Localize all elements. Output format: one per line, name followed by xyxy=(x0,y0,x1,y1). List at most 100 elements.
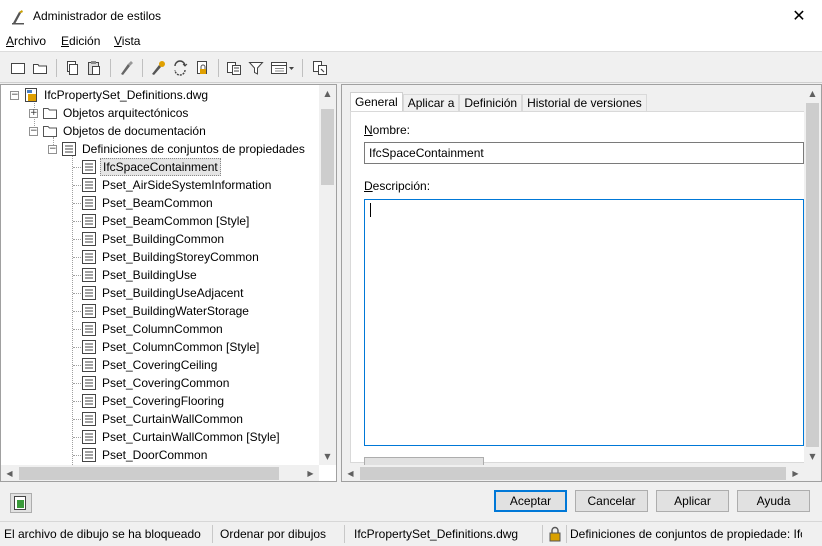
tree-item[interactable]: Pset_CoveringCeiling xyxy=(81,356,219,374)
tree-item[interactable]: Pset_BuildingCommon xyxy=(81,230,226,248)
property-set-definition-icon xyxy=(82,304,96,318)
cancel-button[interactable]: Cancelar xyxy=(575,490,648,512)
tree-folder-architectural[interactable]: + Objetos arquitectónicos xyxy=(29,104,190,122)
lock-status-icon xyxy=(549,526,561,542)
tree-item[interactable]: Pset_DoorCommon xyxy=(81,446,209,464)
scrollbar-thumb[interactable] xyxy=(806,103,819,447)
accept-button[interactable]: Aceptar xyxy=(494,490,567,512)
tree-vertical-scrollbar[interactable]: ▲ ▼ xyxy=(319,85,336,465)
property-set-definition-icon xyxy=(82,214,96,228)
scroll-down-arrow[interactable]: ▼ xyxy=(319,448,336,465)
tree-item[interactable]: Pset_CurtainWallCommon xyxy=(81,410,245,428)
style-tree[interactable]: − IfcPropertySet_Definitions.dwg + Objet… xyxy=(0,84,337,482)
drawing-file-icon xyxy=(25,88,37,102)
tree-item-label: Pset_CoveringCommon xyxy=(102,376,230,390)
tab-apply-to[interactable]: Aplicar a xyxy=(402,94,460,112)
paste-icon[interactable] xyxy=(86,60,102,76)
scrollbar-thumb[interactable] xyxy=(19,467,279,480)
tree-category-property-sets[interactable]: − Definiciones de conjuntos de propiedad… xyxy=(48,140,307,158)
sync-icon[interactable] xyxy=(172,60,188,76)
panel-horizontal-scrollbar[interactable]: ◀ ▶ xyxy=(342,465,804,481)
tree-item-label: Pset_AirSideSystemInformation xyxy=(102,178,272,192)
property-set-definition-icon xyxy=(82,232,96,246)
scroll-left-arrow[interactable]: ◀ xyxy=(1,465,18,481)
name-field[interactable] xyxy=(364,142,804,164)
properties-pane: General Aplicar a Definición Historial d… xyxy=(341,84,822,482)
tree-item[interactable]: Pset_BuildingStoreyCommon xyxy=(81,248,261,266)
tree-item-label: Pset_CoveringCeiling xyxy=(102,358,218,372)
scroll-left-arrow[interactable]: ◀ xyxy=(342,465,359,481)
status-path: Definiciones de conjuntos de propiedade:… xyxy=(570,527,802,541)
tree-item-label: Pset_CoveringFlooring xyxy=(102,394,225,408)
new-icon[interactable] xyxy=(10,60,26,76)
description-label: Descripción: xyxy=(364,179,431,193)
tree-folder-documentation[interactable]: − Objetos de documentación xyxy=(29,122,208,140)
scroll-right-arrow[interactable]: ▶ xyxy=(302,465,319,481)
tree-root[interactable]: − IfcPropertySet_Definitions.dwg xyxy=(10,86,210,104)
tree-item[interactable]: Pset_ColumnCommon [Style] xyxy=(81,338,261,356)
menu-archivo[interactable]: Archivo xyxy=(6,34,46,48)
tree-item[interactable]: Pset_ColumnCommon xyxy=(81,320,225,338)
expand-toggle[interactable]: + xyxy=(29,108,38,118)
help-button[interactable]: Ayuda xyxy=(737,490,810,512)
help-icon[interactable] xyxy=(312,60,328,76)
open-icon[interactable] xyxy=(32,60,48,76)
panel-vertical-scrollbar[interactable]: ▲ ▼ xyxy=(804,85,821,465)
tree-item[interactable]: Pset_CurtainWallCommon [Style] xyxy=(81,428,282,446)
tab-definition[interactable]: Definición xyxy=(459,94,523,112)
status-lock-message: El archivo de dibujo se ha bloqueado xyxy=(4,527,201,541)
tree-item[interactable]: IfcSpaceContainment xyxy=(81,158,221,176)
collapse-toggle[interactable]: − xyxy=(29,126,38,136)
tree-item[interactable]: Pset_BuildingUseAdjacent xyxy=(81,284,245,302)
tree-item-label: Pset_CurtainWallCommon xyxy=(102,412,243,426)
scroll-right-arrow[interactable]: ▶ xyxy=(787,465,804,481)
tree-item[interactable]: Pset_CoveringCommon xyxy=(81,374,231,392)
apply-button[interactable]: Aplicar xyxy=(656,490,729,512)
scroll-up-arrow[interactable]: ▲ xyxy=(319,85,336,102)
property-set-definition-icon xyxy=(82,322,96,336)
scrollbar-thumb[interactable] xyxy=(360,467,786,480)
scrollbar-thumb[interactable] xyxy=(321,109,334,185)
tree-horizontal-scrollbar[interactable]: ◀ ▶ xyxy=(1,465,319,481)
scroll-down-arrow[interactable]: ▼ xyxy=(804,448,821,465)
property-set-definition-icon xyxy=(82,340,96,354)
property-set-definition-icon xyxy=(82,412,96,426)
toggle-view-icon[interactable] xyxy=(10,493,32,513)
tree-item-label: Pset_BuildingUse xyxy=(102,268,197,282)
tree-item[interactable]: Pset_BuildingWaterStorage xyxy=(81,302,251,320)
view-icon[interactable] xyxy=(226,60,242,76)
tab-general[interactable]: General xyxy=(350,92,403,112)
menu-edicion[interactable]: Edición xyxy=(61,34,100,48)
property-set-definition-icon xyxy=(82,394,96,408)
scroll-up-arrow[interactable]: ▲ xyxy=(804,85,821,102)
filter-icon[interactable] xyxy=(248,60,264,76)
tree-item[interactable]: Pset_BeamCommon xyxy=(81,194,215,212)
display-icon[interactable] xyxy=(270,60,296,76)
tab-version-history[interactable]: Historial de versiones xyxy=(522,94,647,112)
description-field[interactable] xyxy=(364,199,804,446)
purge-icon[interactable] xyxy=(118,60,134,76)
property-set-definition-icon xyxy=(82,268,96,282)
tree-item[interactable]: Pset_AirSideSystemInformation xyxy=(81,176,273,194)
tree-item-label: IfcSpaceContainment xyxy=(100,158,221,176)
tree-item-label: Pset_BuildingCommon xyxy=(102,232,225,246)
collapse-toggle[interactable]: − xyxy=(48,144,57,154)
tab-strip: General Aplicar a Definición Historial d… xyxy=(350,92,647,112)
property-set-definition-icon xyxy=(82,178,96,192)
property-set-definition-icon xyxy=(82,448,96,462)
tree-item[interactable]: Pset_CoveringFlooring xyxy=(81,392,226,410)
close-button[interactable]: ✕ xyxy=(776,0,822,32)
tree-item-label: Pset_BuildingUseAdjacent xyxy=(102,286,244,300)
tree-item-label: Pset_CurtainWallCommon [Style] xyxy=(102,430,280,444)
folder-icon xyxy=(43,126,57,137)
tree-item[interactable]: Pset_BuildingUse xyxy=(81,266,199,284)
tree-item-label: Pset_BeamCommon [Style] xyxy=(102,214,250,228)
lock-icon[interactable] xyxy=(194,60,210,76)
menu-vista[interactable]: Vista xyxy=(114,34,140,48)
edit-style-icon[interactable] xyxy=(150,60,166,76)
copy-icon[interactable] xyxy=(64,60,80,76)
tree-item-label: Pset_BuildingStoreyCommon xyxy=(102,250,259,264)
collapse-toggle[interactable]: − xyxy=(10,90,19,100)
window-title: Administrador de estilos xyxy=(33,9,162,23)
tree-item[interactable]: Pset_BeamCommon [Style] xyxy=(81,212,251,230)
